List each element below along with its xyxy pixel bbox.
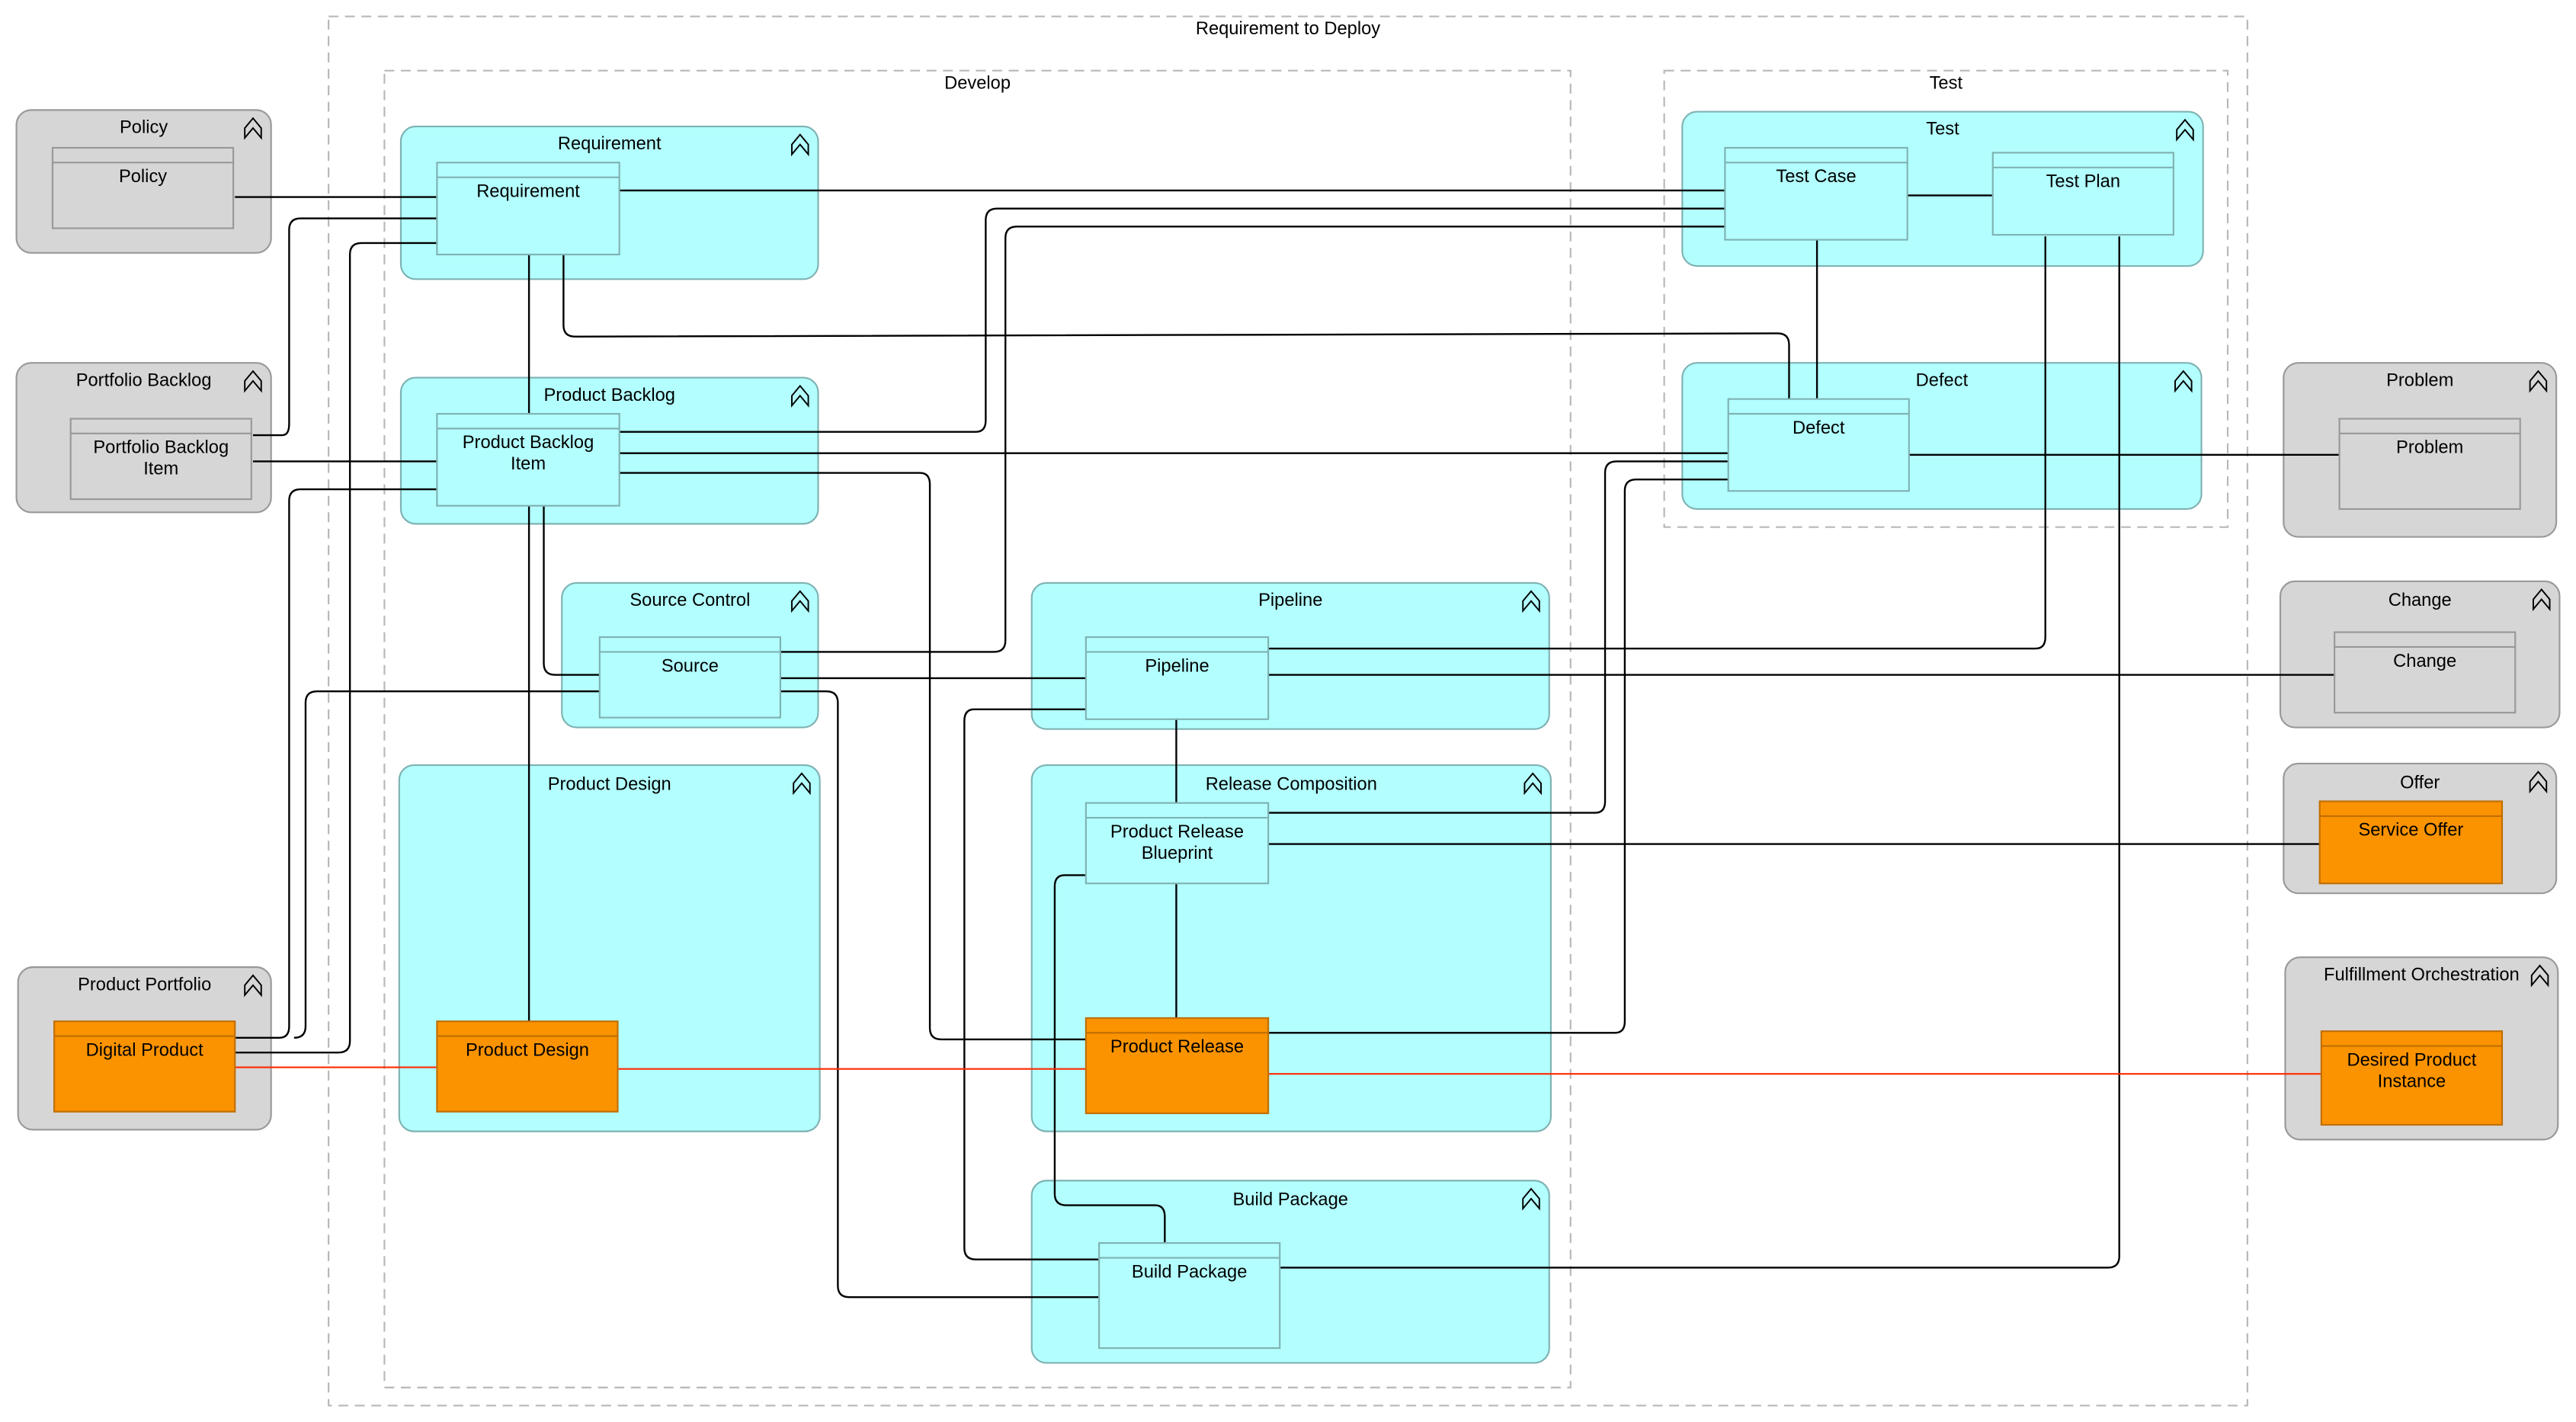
entity-problem[interactable]: Problem — [2338, 418, 2521, 511]
entity-label: Product Backlog — [463, 433, 594, 453]
entity-change[interactable]: Change — [2334, 631, 2517, 714]
group-title: Fulfillment Orchestration — [2324, 965, 2520, 985]
entity-digital-product[interactable]: Digital Product — [53, 1020, 236, 1113]
entity-label: Product Release — [1110, 1037, 1244, 1057]
group-title: Policy — [120, 118, 168, 138]
entity-source[interactable]: Source — [598, 636, 781, 719]
entity-policy[interactable]: Policy — [51, 146, 235, 229]
entity-pipeline[interactable]: Pipeline — [1085, 636, 1270, 720]
entity-label: Defect — [1793, 418, 1845, 438]
entity-requirement[interactable]: Requirement — [436, 162, 620, 256]
entity-label: Policy — [119, 167, 167, 187]
entity-label: Instance — [2378, 1071, 2446, 1091]
frame-title: Test — [1930, 73, 1963, 93]
entity-label: Desired Product — [2347, 1050, 2476, 1070]
group-title: Requirement — [558, 134, 662, 154]
entity-label: Item — [143, 460, 178, 479]
entity-label: Portfolio Backlog — [93, 438, 229, 458]
entity-label: Blueprint — [1142, 844, 1213, 863]
entity-label: Test Plan — [2046, 172, 2120, 192]
entity-label: Change — [2393, 652, 2456, 671]
group-title: Product Design — [548, 774, 671, 794]
entity-label: Test Case — [1776, 167, 1856, 187]
entity-label: Requirement — [476, 182, 580, 202]
group-title: Defect — [1916, 370, 1969, 390]
requirement-to-deploy-diagram: Requirement to Deploy Develop Test Policy P… — [15, 15, 2561, 1407]
entity-test-plan[interactable]: Test Plan — [1991, 152, 2174, 236]
group-title: Offer — [2400, 773, 2440, 793]
entity-test-case[interactable]: Test Case — [1724, 146, 1908, 241]
entity-desired-product-instance[interactable]: Desired ProductInstance — [2320, 1030, 2504, 1126]
entity-label: Build Package — [1132, 1262, 1247, 1282]
entity-label: Product Design — [466, 1040, 589, 1060]
entity-build-package[interactable]: Build Package — [1098, 1242, 1281, 1350]
frame-title: Requirement to Deploy — [1196, 19, 1380, 39]
group-title: Pipeline — [1258, 591, 1322, 610]
entity-product-design[interactable]: Product Design — [436, 1020, 619, 1113]
entity-label: Digital Product — [86, 1040, 203, 1060]
group-title: Portfolio Backlog — [76, 370, 212, 390]
entity-service-offer[interactable]: Service Offer — [2318, 800, 2504, 885]
frame-title: Develop — [944, 73, 1011, 93]
entity-product-backlog-item[interactable]: Product BacklogItem — [436, 412, 620, 507]
group-title: Change — [2389, 591, 2452, 610]
entity-label: Source — [662, 656, 719, 676]
entity-product-release-blueprint[interactable]: Product Release Blueprint — [1085, 802, 1270, 885]
entity-label: Product Release — [1110, 822, 1244, 842]
group-title: Product Backlog — [543, 386, 675, 405]
group-title: Source Control — [630, 591, 750, 610]
entity-label: Problem — [2396, 438, 2463, 458]
entity-label: Item — [511, 454, 546, 474]
group-title: Release Composition — [1206, 774, 1377, 794]
entity-label: Pipeline — [1145, 656, 1209, 676]
group-title: Problem — [2386, 370, 2453, 390]
group-title: Test — [1926, 120, 1959, 139]
entity-product-release[interactable]: Product Release — [1085, 1017, 1270, 1114]
group-title: Product Portfolio — [78, 975, 211, 994]
entity-portfolio-backlog-item[interactable]: Portfolio Backlog Item — [69, 418, 252, 501]
group-title: Build Package — [1232, 1190, 1347, 1210]
entity-label: Service Offer — [2358, 821, 2463, 841]
entity-defect[interactable]: Defect — [1727, 398, 1910, 492]
